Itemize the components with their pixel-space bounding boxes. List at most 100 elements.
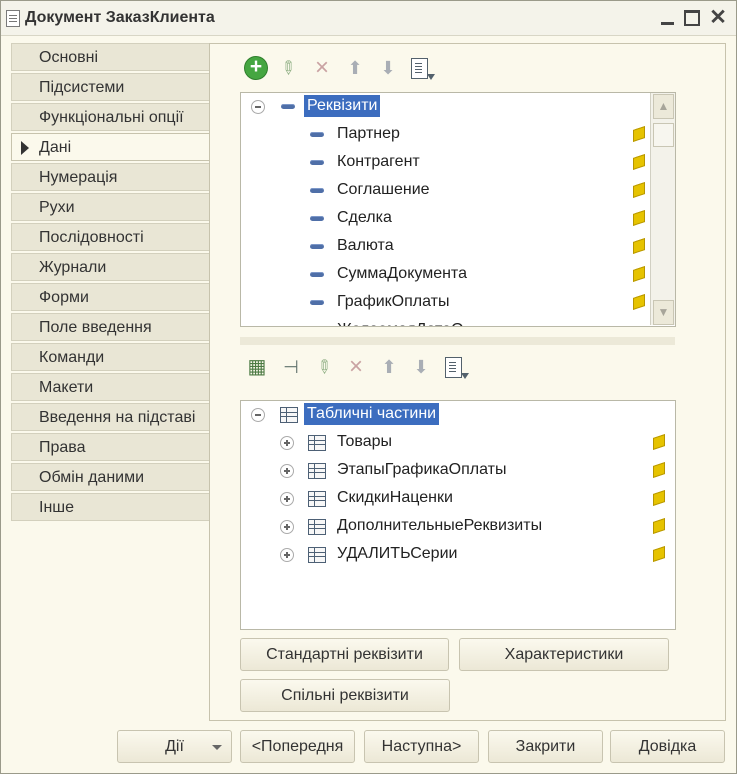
collapse-icon[interactable]: [251, 100, 265, 114]
attribute-icon: [310, 132, 324, 137]
standard-attributes-button[interactable]: Стандартні реквізити: [240, 638, 449, 671]
expand-icon[interactable]: [280, 464, 294, 478]
edit-icon[interactable]: ✎: [270, 50, 307, 87]
tree-row[interactable]: Сделка: [241, 206, 675, 230]
add-attribute-icon[interactable]: ⊣: [278, 354, 304, 380]
tree-row[interactable]: ЭтапыГрафикаОплаты: [241, 458, 675, 482]
tree-row[interactable]: Товары: [241, 430, 675, 454]
sidebar-item-numbering[interactable]: Нумерація: [11, 163, 210, 191]
sort-list-icon[interactable]: [445, 357, 469, 379]
document-icon: [6, 10, 20, 27]
sidebar-item-data-exchange[interactable]: Обмін даними: [11, 463, 210, 491]
sidebar-item-basic[interactable]: Основні: [11, 43, 210, 71]
table-icon: [308, 435, 326, 451]
tree-row[interactable]: СкидкиНаценки: [241, 486, 675, 510]
tree-row[interactable]: Валюта: [241, 234, 675, 258]
tree-row[interactable]: УДАЛИТЬСерии: [241, 542, 675, 566]
minimize-button[interactable]: [657, 7, 679, 29]
common-attribute-icon: [653, 434, 665, 450]
sidebar-item-movements[interactable]: Рухи: [11, 193, 210, 221]
table-icon: [280, 407, 298, 423]
expand-icon[interactable]: [280, 548, 294, 562]
tree-row[interactable]: Контрагент: [241, 150, 675, 174]
sidebar-item-subsystems[interactable]: Підсистеми: [11, 73, 210, 101]
sidebar-item-journals[interactable]: Журнали: [11, 253, 210, 281]
sidebar-item-functional-options[interactable]: Функціональні опції: [11, 103, 210, 131]
chevron-down-icon: [212, 745, 222, 750]
move-down-icon[interactable]: ⬇: [375, 55, 401, 81]
move-up-icon[interactable]: ⬆: [342, 55, 368, 81]
help-button[interactable]: Довідка: [610, 730, 725, 763]
scroll-up-icon[interactable]: ▲: [653, 94, 674, 119]
close-button[interactable]: Закрити: [488, 730, 603, 763]
expand-icon[interactable]: [280, 436, 294, 450]
sort-list-icon[interactable]: [411, 58, 435, 80]
tabular-part-label: ЭтапыГрафикаОплаты: [337, 461, 507, 478]
tree-row[interactable]: ДополнительныеРеквизиты: [241, 514, 675, 538]
button-label: <Попередня: [251, 738, 344, 755]
splitter[interactable]: [240, 337, 675, 345]
sidebar-item-templates[interactable]: Макети: [11, 373, 210, 401]
sidebar-item-forms[interactable]: Форми: [11, 283, 210, 311]
button-label: Стандартні реквізити: [266, 646, 423, 663]
tree-root-row[interactable]: Реквізити: [241, 94, 675, 118]
collapse-icon[interactable]: [251, 408, 265, 422]
sidebar-item-label: Функціональні опції: [39, 109, 184, 126]
tabular-parts-tree[interactable]: Табличні частини Товары ЭтапыГрафикаОпла…: [240, 400, 676, 630]
delete-icon[interactable]: ×: [309, 55, 335, 81]
tree-root-label: Реквізити: [304, 95, 381, 117]
common-attribute-icon: [633, 154, 645, 170]
button-label: Характеристики: [504, 646, 624, 663]
move-down-icon[interactable]: ⬇: [408, 354, 434, 380]
sidebar-item-data[interactable]: Дані: [11, 133, 210, 161]
scroll-thumb[interactable]: [653, 123, 674, 147]
active-arrow-icon: [21, 141, 29, 155]
table-icon: [308, 547, 326, 563]
expand-icon[interactable]: [280, 520, 294, 534]
sidebar-item-other[interactable]: Інше: [11, 493, 210, 521]
sidebar-item-sequences[interactable]: Послідовності: [11, 223, 210, 251]
maximize-button[interactable]: [681, 7, 703, 29]
sidebar-item-label: Форми: [39, 289, 89, 306]
tabular-part-label: Товары: [337, 433, 393, 450]
tree-row[interactable]: ГрафикОплаты: [241, 290, 675, 314]
move-up-icon[interactable]: ⬆: [376, 354, 402, 380]
button-label: Спільні реквізити: [281, 687, 409, 704]
tree-root-row[interactable]: Табличні частини: [241, 402, 675, 426]
common-attribute-icon: [653, 462, 665, 478]
tree-row[interactable]: ЖелаемаяДатаО: [241, 318, 675, 326]
characteristics-button[interactable]: Характеристики: [459, 638, 669, 671]
expand-icon[interactable]: [280, 492, 294, 506]
actions-menu-button[interactable]: Дії: [117, 730, 232, 763]
common-attribute-icon: [633, 266, 645, 282]
sidebar-item-input-based-on[interactable]: Введення на підставі: [11, 403, 210, 431]
attribute-label: СуммаДокумента: [337, 265, 467, 282]
close-window-button[interactable]: ✕: [707, 7, 729, 29]
attributes-tree[interactable]: Реквізити Партнер Контрагент Соглашение …: [240, 92, 676, 327]
attributes-scrollbar[interactable]: ▲ ▼: [650, 93, 675, 325]
sidebar-item-label: Поле введення: [39, 319, 152, 336]
sidebar-item-label: Нумерація: [39, 169, 118, 186]
sidebar-item-label: Введення на підставі: [39, 409, 196, 426]
previous-button[interactable]: <Попередня: [240, 730, 355, 763]
title-bar: Документ ЗаказКлиента ✕: [1, 1, 736, 36]
tree-row[interactable]: Соглашение: [241, 178, 675, 202]
tree-row[interactable]: СуммаДокумента: [241, 262, 675, 286]
delete-icon[interactable]: ×: [343, 354, 369, 380]
common-attributes-button[interactable]: Спільні реквізити: [240, 679, 450, 712]
sidebar-item-label: Інше: [39, 499, 75, 516]
add-table-icon[interactable]: ▦: [244, 354, 270, 380]
add-icon[interactable]: +: [245, 56, 267, 79]
document-window: Документ ЗаказКлиента ✕ Основні Підсисте…: [0, 0, 737, 774]
sidebar-item-rights[interactable]: Права: [11, 433, 210, 461]
sidebar-item-input-field[interactable]: Поле введення: [11, 313, 210, 341]
next-button[interactable]: Наступна>: [364, 730, 479, 763]
scroll-down-icon[interactable]: ▼: [653, 300, 674, 325]
tree-row[interactable]: Партнер: [241, 122, 675, 146]
sidebar-item-label: Журнали: [39, 259, 107, 276]
tabular-toolbar: ▦ ⊣ ✎ × ⬆ ⬇: [244, 354, 469, 380]
common-attribute-icon: [633, 210, 645, 226]
sidebar-item-commands[interactable]: Команди: [11, 343, 210, 371]
edit-icon[interactable]: ✎: [306, 349, 343, 386]
attribute-label: Контрагент: [337, 153, 420, 170]
